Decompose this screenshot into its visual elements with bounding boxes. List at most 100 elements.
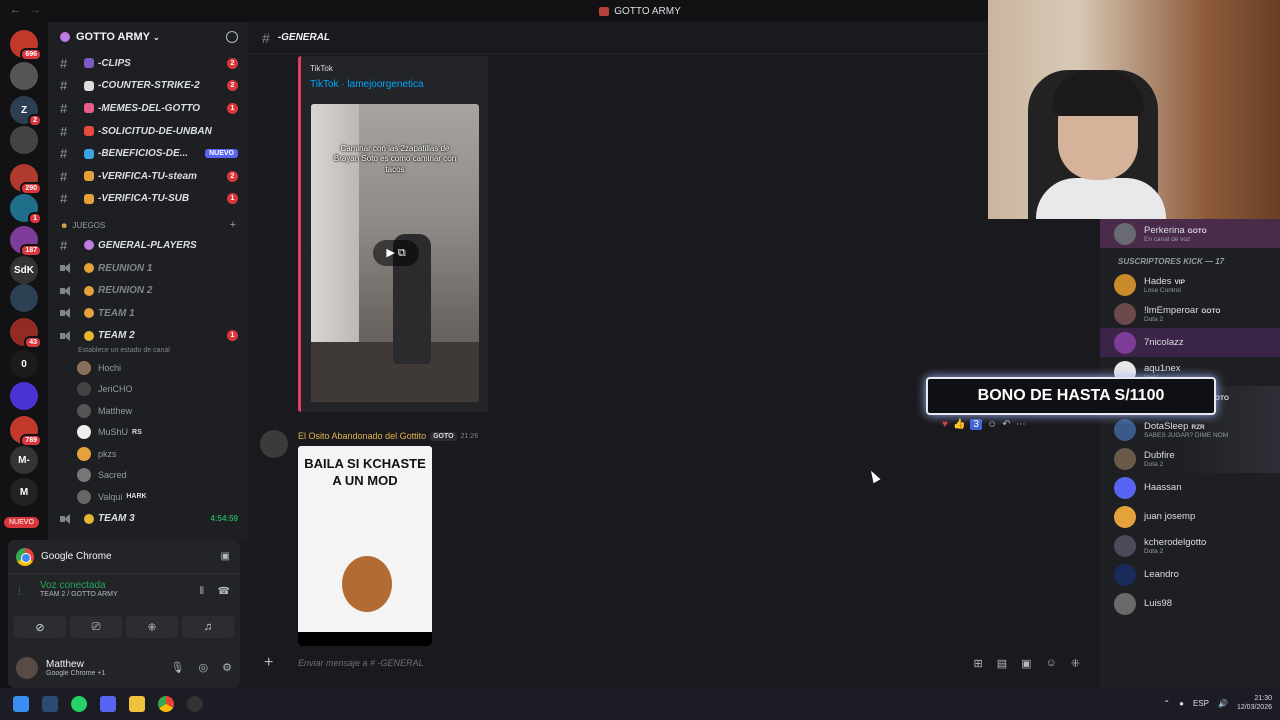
- message-input[interactable]: Enviar mensaje a # -GENERAL: [298, 658, 424, 668]
- member-perkerina[interactable]: Perkerina GOTO En canal de voz: [1100, 219, 1280, 248]
- file-explorer-icon[interactable]: [129, 696, 145, 712]
- server-icon[interactable]: M: [10, 478, 38, 506]
- member-item[interactable]: 7nicolazz: [1100, 328, 1280, 357]
- play-icon[interactable]: ▶ ⧉: [373, 240, 419, 266]
- server-icon[interactable]: 696: [10, 30, 42, 61]
- member-item[interactable]: juan josemp: [1100, 502, 1280, 531]
- channel-item[interactable]: # -SOLICITUD-DE-UNBAN: [48, 120, 248, 143]
- voice-status[interactable]: Voz conectada: [40, 580, 240, 591]
- member-item[interactable]: !lmEmperoar GOTO Dota 2: [1100, 299, 1280, 328]
- voice-user[interactable]: Sacred: [48, 465, 248, 487]
- activities-icon[interactable]: ⁜: [126, 616, 178, 638]
- author-avatar[interactable]: [260, 430, 288, 458]
- category-juegos[interactable]: ☻ JUEGOS +: [48, 216, 248, 234]
- author-name[interactable]: El Osito Abandonado del Gottito: [298, 431, 426, 441]
- video-thumbnail[interactable]: Caminar con las 2zapatillas de Brayan So…: [311, 104, 479, 402]
- emoji-icon[interactable]: ☺: [1046, 657, 1057, 670]
- voice-user[interactable]: JeriCHO: [48, 379, 248, 401]
- heart-icon[interactable]: ♥: [942, 419, 948, 430]
- back-arrow-icon[interactable]: ←: [10, 4, 21, 16]
- sticker-icon[interactable]: ▣: [1021, 657, 1031, 670]
- channel-item[interactable]: # -COUNTER-STRIKE-2 2: [48, 75, 248, 98]
- thumbs-up-icon[interactable]: 👍: [953, 419, 965, 430]
- server-icon[interactable]: 1: [10, 194, 42, 225]
- forward-arrow-icon[interactable]: →: [30, 4, 41, 16]
- gif-image[interactable]: BAILA SI KCHASTE A UN MOD: [298, 446, 432, 646]
- reply-icon[interactable]: ↶: [1002, 419, 1010, 430]
- server-icon[interactable]: [10, 382, 38, 410]
- volume-icon[interactable]: 🔊: [1218, 699, 1228, 708]
- channel-item[interactable]: # -MEMES-DEL-GOTTO 1: [48, 97, 248, 120]
- channel-item[interactable]: # -VERIFICA-TU-SUB 1: [48, 188, 248, 211]
- channel-item[interactable]: REUNION 2: [48, 279, 248, 302]
- server-icon[interactable]: Z2: [10, 96, 42, 127]
- server-icon[interactable]: [10, 284, 38, 312]
- member-item[interactable]: Luis98: [1100, 589, 1280, 618]
- attach-plus-icon[interactable]: +: [264, 654, 284, 672]
- more-icon[interactable]: ⋯: [1016, 419, 1026, 430]
- member-item[interactable]: DotaSleep RZR SABES JUGAR? DIME NOM: [1100, 415, 1280, 444]
- member-item[interactable]: kcherodelgotto Dota 2: [1100, 531, 1280, 560]
- server-icon[interactable]: [10, 126, 38, 154]
- clock[interactable]: 21:30 12/03/2026: [1237, 694, 1272, 712]
- server-icon[interactable]: [10, 62, 38, 90]
- server-icon[interactable]: 290: [10, 164, 42, 195]
- noise-suppression-icon[interactable]: ⦀: [200, 586, 204, 597]
- soundboard-icon[interactable]: ♫: [182, 616, 234, 638]
- server-icon[interactable]: 187: [10, 226, 42, 257]
- member-item[interactable]: Dubfire Dota 2: [1100, 444, 1280, 473]
- channel-item[interactable]: # -BENEFICIOS-DE... NUEVO: [48, 142, 248, 165]
- channel-item[interactable]: # -CLIPS 2: [48, 52, 248, 75]
- avatar[interactable]: [16, 657, 38, 679]
- channel-item[interactable]: # GENERAL-PLAYERS: [48, 234, 248, 257]
- discord-icon[interactable]: [100, 696, 116, 712]
- voice-channel-team-2[interactable]: TEAM 2 1: [48, 325, 248, 348]
- server-icon[interactable]: M-: [10, 446, 38, 474]
- member-item[interactable]: Leandro: [1100, 560, 1280, 589]
- voice-user[interactable]: Matthew: [48, 400, 248, 422]
- server-icon[interactable]: SdK: [10, 256, 38, 284]
- signal-icon[interactable]: ⫶: [18, 586, 21, 599]
- member-item[interactable]: Haassan: [1100, 473, 1280, 502]
- add-channel-icon[interactable]: +: [230, 219, 236, 231]
- server-icon[interactable]: 43: [10, 318, 42, 349]
- invite-people-icon[interactable]: [226, 31, 238, 43]
- activity-row[interactable]: Google Chrome ▣: [8, 540, 240, 574]
- chrome-icon[interactable]: [158, 696, 174, 712]
- screen-share-icon[interactable]: ⎚: [70, 616, 122, 638]
- tray-chevron-icon[interactable]: ⌃: [1163, 699, 1170, 708]
- stream-icon[interactable]: ▣: [221, 551, 230, 562]
- add-reaction-icon[interactable]: ☺: [987, 419, 997, 430]
- gif-icon[interactable]: ▤: [997, 657, 1007, 670]
- steam-icon[interactable]: [42, 696, 58, 712]
- whatsapp-icon[interactable]: [71, 696, 87, 712]
- gift-icon[interactable]: ⊞: [974, 657, 983, 670]
- apps-icon[interactable]: ⁜: [1071, 657, 1080, 670]
- headphones-icon[interactable]: ◎: [199, 661, 209, 674]
- settings-gear-icon[interactable]: ⚙: [222, 661, 232, 674]
- voice-user[interactable]: Valqui HARK: [48, 486, 248, 508]
- obs-icon[interactable]: [187, 696, 203, 712]
- mic-icon[interactable]: 🎙: [171, 661, 185, 674]
- tray-app-icon[interactable]: ●: [1179, 699, 1184, 708]
- channel-status[interactable]: Establece un estado de canal: [48, 347, 248, 357]
- voice-user[interactable]: pkzs: [48, 443, 248, 465]
- channel-item[interactable]: REUNION 1: [48, 257, 248, 280]
- channel-item[interactable]: TEAM 1: [48, 302, 248, 325]
- windows-start-icon[interactable]: [13, 696, 29, 712]
- member-item[interactable]: Hades VIP Lose Control: [1100, 270, 1280, 299]
- voice-user[interactable]: Hochi: [48, 357, 248, 379]
- camera-off-icon[interactable]: ⊘: [14, 616, 66, 638]
- server-icon[interactable]: 0: [10, 350, 38, 378]
- server-icon[interactable]: 789: [10, 416, 42, 447]
- voice-user[interactable]: MuShU RS: [48, 422, 248, 444]
- reaction-count[interactable]: 3: [970, 419, 982, 430]
- new-servers-pill[interactable]: NUEVO: [4, 517, 39, 528]
- language-indicator[interactable]: ESP: [1193, 699, 1209, 708]
- guild-header[interactable]: GOTTO ARMY ⌄: [48, 22, 248, 52]
- voice-channel-name[interactable]: TEAM 2 / GOTTO ARMY: [40, 591, 240, 598]
- disconnect-icon[interactable]: ☎: [218, 586, 230, 597]
- voice-channel-team-3[interactable]: TEAM 3 4:54:59: [48, 508, 248, 531]
- embed-link[interactable]: TikTok · lamejoorgenetica: [301, 73, 488, 90]
- channel-item[interactable]: # -VERIFICA-TU-steam 2: [48, 165, 248, 188]
